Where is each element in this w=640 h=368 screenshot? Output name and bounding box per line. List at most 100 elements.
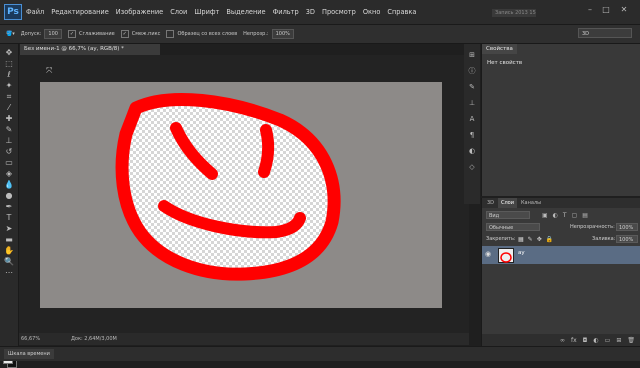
menu-layers[interactable]: Слои <box>170 8 187 16</box>
move-tool-icon[interactable]: ✥ <box>3 48 15 58</box>
layer-kind-filter[interactable]: Вид <box>486 211 530 219</box>
type-tool-icon[interactable]: T <box>3 213 15 223</box>
brush-panel-icon[interactable]: ✎ <box>467 82 477 92</box>
magic-wand-tool-icon[interactable]: ✦ <box>3 81 15 91</box>
menu-bar: Ps Файл Редактирование Изображение Слои … <box>0 0 640 25</box>
history-panel-icon[interactable]: ⊞ <box>467 50 477 60</box>
workspace-select[interactable]: 3D <box>578 28 632 38</box>
layer-row[interactable]: ◉ ау <box>482 246 640 264</box>
marquee-tool-icon[interactable]: ⬚ <box>3 59 15 69</box>
tab-3d[interactable]: 3D <box>484 198 497 208</box>
maximize-icon[interactable]: □ <box>600 5 612 15</box>
opacity-option: Непрозр.: 100% <box>243 29 294 39</box>
antialias-label: Сглаживание <box>78 31 115 37</box>
3d-panel-icon[interactable]: ◇ <box>467 162 477 172</box>
menu-edit[interactable]: Редактирование <box>51 8 109 16</box>
paragraph-panel-icon[interactable]: ¶ <box>467 130 477 140</box>
path-selection-tool-icon[interactable]: ➤ <box>3 224 15 234</box>
menu-window[interactable]: Окно <box>363 8 381 16</box>
healing-tool-icon[interactable]: ✚ <box>3 114 15 124</box>
opacity-input[interactable]: 100% <box>271 29 294 39</box>
timeline-tab[interactable]: Шкала времени <box>4 349 54 359</box>
workspace-field[interactable]: Запись 2013 15 <box>492 9 536 17</box>
status-bar: 66,67% Док: 2,64M/3,00M <box>19 333 469 345</box>
folder-icon[interactable]: ▭ <box>605 337 611 344</box>
new-layer-icon[interactable]: ⊞ <box>616 337 621 344</box>
shape-tool-icon[interactable]: ▬ <box>3 235 15 245</box>
blend-row: Обычные Непрозрачность: 100% <box>482 222 640 233</box>
layers-panel: 3D Слои Каналы Вид ▣◐T▢▤ Обычные Непрозр… <box>481 198 640 346</box>
smiley-outline <box>115 93 341 281</box>
blend-mode-select[interactable]: Обычные <box>486 223 540 231</box>
menu-filter[interactable]: Фильтр <box>273 8 299 16</box>
drawing <box>115 93 341 281</box>
adjustment-layer-icon[interactable]: ◐ <box>593 337 598 344</box>
zoom-tool-icon[interactable]: 🔍 <box>3 257 15 267</box>
layer-fill-input[interactable]: 100% <box>616 235 638 243</box>
layer-thumbnail <box>498 248 514 263</box>
canvas[interactable] <box>40 82 442 308</box>
clone-panel-icon[interactable]: ⊥ <box>467 98 477 108</box>
all-layers-checkbox[interactable] <box>166 30 175 38</box>
info-panel-icon[interactable]: ⓘ <box>467 66 477 76</box>
menu-view[interactable]: Просмотр <box>322 8 356 16</box>
menu-select[interactable]: Выделение <box>226 8 265 16</box>
menu-help[interactable]: Справка <box>387 8 416 16</box>
timeline-bar: Шкала времени <box>0 346 640 361</box>
lasso-tool-icon[interactable]: ℓ <box>3 70 15 80</box>
fx-icon[interactable]: fx <box>571 337 577 344</box>
hand-tool-icon[interactable]: ✋ <box>3 246 15 256</box>
link-icon[interactable]: ∞ <box>560 337 565 344</box>
layers-tabs: 3D Слои Каналы <box>482 198 640 208</box>
all-layers-option[interactable]: Образец со всех слоев <box>166 30 237 38</box>
panel-icon-strip: ⊞ ⓘ ✎ ⊥ A ¶ ◐ ◇ <box>464 44 480 204</box>
antialias-checkbox[interactable]: ✓ <box>67 30 76 38</box>
more-tools-icon[interactable]: ⋯ <box>3 268 15 278</box>
document-info[interactable]: Док: 2,64M/3,00M <box>71 333 117 345</box>
contiguous-option[interactable]: ✓ Смеж.пикс <box>120 30 161 38</box>
lock-icons[interactable]: ▦✎✥🔒 <box>518 234 557 245</box>
document-tab[interactable]: Без имени-1 @ 66,7% (ау, RGB/8) * <box>20 44 160 55</box>
pen-tool-icon[interactable]: ✒ <box>3 202 15 212</box>
paint-bucket-icon[interactable]: 🪣▾ <box>6 31 15 37</box>
layer-opacity-input[interactable]: 100% <box>616 223 638 231</box>
menu-type[interactable]: Шрифт <box>194 8 219 16</box>
properties-panel: Свойства Нет свойств <box>481 44 640 196</box>
layer-filter-icons[interactable]: ▣◐T▢▤ <box>542 210 593 221</box>
trash-icon[interactable]: 🗑 <box>627 337 635 344</box>
contiguous-checkbox[interactable]: ✓ <box>120 30 129 38</box>
mask-icon[interactable]: ◘ <box>583 337 588 344</box>
tab-channels[interactable]: Каналы <box>518 198 544 208</box>
layer-filter-row: Вид ▣◐T▢▤ <box>482 210 640 221</box>
app-logo: Ps <box>4 4 22 20</box>
layers-footer: ∞ fx ◘ ◐ ▭ ⊞ 🗑 <box>482 334 640 346</box>
menu-image[interactable]: Изображение <box>116 8 163 16</box>
character-panel-icon[interactable]: A <box>467 114 477 124</box>
tolerance-input[interactable]: 100 <box>44 29 62 39</box>
stamp-tool-icon[interactable]: ⊥ <box>3 136 15 146</box>
menu-file[interactable]: Файл <box>26 8 44 16</box>
layer-name[interactable]: ау <box>518 250 525 256</box>
properties-tab[interactable]: Свойства <box>482 44 517 54</box>
dodge-tool-icon[interactable]: ● <box>3 191 15 201</box>
crop-tool-icon[interactable]: ⌗ <box>3 92 15 102</box>
smiley-right-eye <box>258 124 275 178</box>
fill-label: Заливка: <box>592 236 616 242</box>
contiguous-label: Смеж.пикс <box>131 31 161 37</box>
brush-tool-icon[interactable]: ✎ <box>3 125 15 135</box>
tools-panel: ✥ ⬚ ℓ ✦ ⌗ ⁄ ✚ ✎ ⊥ ↺ ▭ ◈ 💧 ● ✒ T ➤ ▬ ✋ 🔍 … <box>0 44 19 368</box>
close-icon[interactable]: ✕ <box>618 5 630 15</box>
menu-3d[interactable]: 3D <box>306 8 315 16</box>
history-brush-tool-icon[interactable]: ↺ <box>3 147 15 157</box>
blur-tool-icon[interactable]: 💧 <box>3 180 15 190</box>
options-bar: 🪣▾ Допуск: 100 ✓ Сглаживание ✓ Смеж.пикс… <box>0 25 640 44</box>
eraser-tool-icon[interactable]: ▭ <box>3 158 15 168</box>
eyedropper-tool-icon[interactable]: ⁄ <box>3 103 15 113</box>
visibility-eye-icon[interactable]: ◉ <box>485 250 491 258</box>
minimize-icon[interactable]: – <box>584 5 596 15</box>
tab-layers[interactable]: Слои <box>498 198 517 208</box>
antialias-option[interactable]: ✓ Сглаживание <box>67 30 115 38</box>
adjustments-panel-icon[interactable]: ◐ <box>467 146 477 156</box>
paint-bucket-tool-icon[interactable]: ◈ <box>3 169 15 179</box>
zoom-level[interactable]: 66,67% <box>21 333 40 345</box>
